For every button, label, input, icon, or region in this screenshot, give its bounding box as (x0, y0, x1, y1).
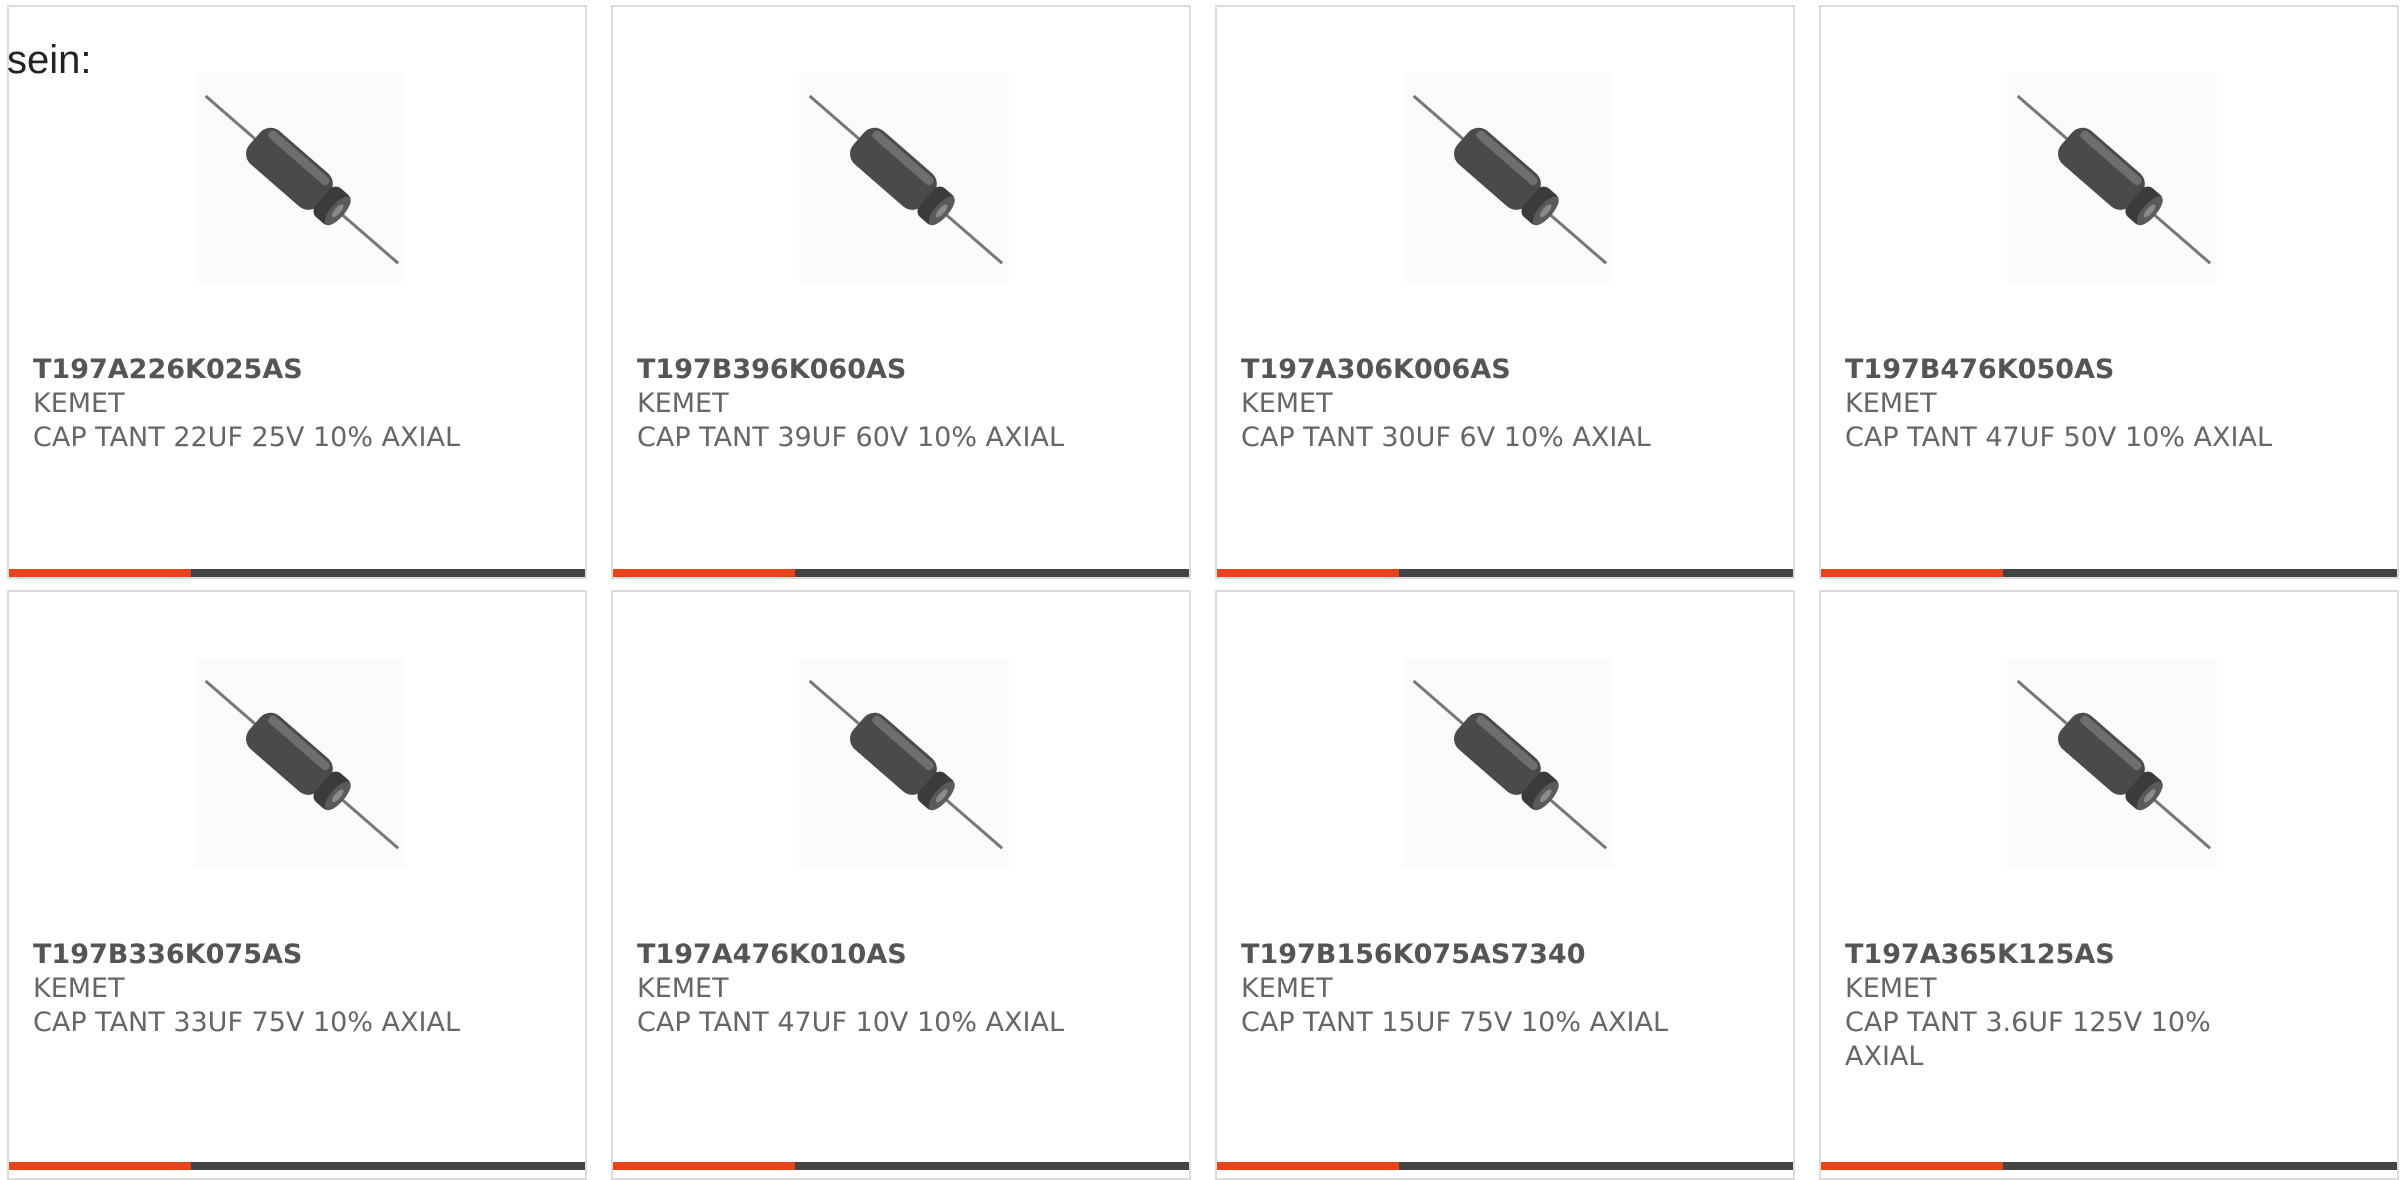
part-number[interactable]: T197B476K050AS (1845, 353, 2295, 387)
description: CAP TANT 15UF 75V 10% AXIAL (1241, 1007, 1669, 1038)
description: CAP TANT 22UF 25V 10% AXIAL (33, 422, 461, 453)
capacitor-image (1403, 73, 1613, 283)
part-number[interactable]: T197A476K010AS (637, 938, 1087, 972)
card-bar (1217, 569, 1793, 577)
manufacturer: KEMET (1241, 973, 1333, 1004)
manufacturer: KEMET (637, 388, 729, 419)
product-card[interactable]: T197A365K125AS KEMET CAP TANT 3.6UF 125V… (1819, 590, 2399, 1180)
description: CAP TANT 47UF 50V 10% AXIAL (1845, 422, 2273, 453)
product-card[interactable]: T197B476K050AS KEMET CAP TANT 47UF 50V 1… (1819, 5, 2399, 579)
manufacturer: KEMET (1845, 973, 1937, 1004)
card-bar (1217, 1162, 1793, 1170)
manufacturer: KEMET (33, 388, 125, 419)
part-number[interactable]: T197B396K060AS (637, 353, 1087, 387)
product-card[interactable]: T197B336K075AS KEMET CAP TANT 33UF 75V 1… (7, 590, 587, 1180)
product-card[interactable]: T197B156K075AS7340 KEMET CAP TANT 15UF 7… (1215, 590, 1795, 1180)
card-bar-accent (1821, 569, 2003, 577)
manufacturer: KEMET (33, 973, 125, 1004)
card-bar-accent (1821, 1162, 2003, 1170)
capacitor-image (2007, 73, 2217, 283)
product-grid: T197A226K025AS KEMET CAP TANT 22UF 25V 1… (7, 5, 2400, 1180)
part-number[interactable]: T197A365K125AS (1845, 938, 2295, 972)
part-number[interactable]: T197B336K075AS (33, 938, 483, 972)
card-bar-accent (9, 1162, 191, 1170)
description: CAP TANT 30UF 6V 10% AXIAL (1241, 422, 1651, 453)
part-number[interactable]: T197A306K006AS (1241, 353, 1691, 387)
description: CAP TANT 39UF 60V 10% AXIAL (637, 422, 1065, 453)
part-number[interactable]: T197A226K025AS (33, 353, 483, 387)
description: CAP TANT 47UF 10V 10% AXIAL (637, 1007, 1065, 1038)
card-bar-accent (1217, 1162, 1399, 1170)
description: CAP TANT 3.6UF 125V 10% AXIAL (1845, 1007, 2211, 1072)
card-bar-accent (613, 1162, 795, 1170)
card-bar (9, 569, 585, 577)
card-bar (613, 569, 1189, 577)
manufacturer: KEMET (1845, 388, 1937, 419)
capacitor-image (195, 658, 405, 868)
capacitor-image (799, 73, 1009, 283)
product-card[interactable]: T197A306K006AS KEMET CAP TANT 30UF 6V 10… (1215, 5, 1795, 579)
capacitor-image (195, 73, 405, 283)
card-bar (9, 1162, 585, 1170)
card-bar (1821, 1162, 2397, 1170)
product-card[interactable]: T197A226K025AS KEMET CAP TANT 22UF 25V 1… (7, 5, 587, 579)
card-bar-accent (1217, 569, 1399, 577)
card-bar-accent (9, 569, 191, 577)
product-card[interactable]: T197A476K010AS KEMET CAP TANT 47UF 10V 1… (611, 590, 1191, 1180)
card-bar (1821, 569, 2397, 577)
product-card[interactable]: T197B396K060AS KEMET CAP TANT 39UF 60V 1… (611, 5, 1191, 579)
card-bar (613, 1162, 1189, 1170)
description: CAP TANT 33UF 75V 10% AXIAL (33, 1007, 461, 1038)
card-bar-accent (613, 569, 795, 577)
manufacturer: KEMET (637, 973, 729, 1004)
manufacturer: KEMET (1241, 388, 1333, 419)
intro-text: sein: (7, 38, 92, 82)
capacitor-image (1403, 658, 1613, 868)
capacitor-image (799, 658, 1009, 868)
capacitor-image (2007, 658, 2217, 868)
part-number[interactable]: T197B156K075AS7340 (1241, 938, 1691, 972)
